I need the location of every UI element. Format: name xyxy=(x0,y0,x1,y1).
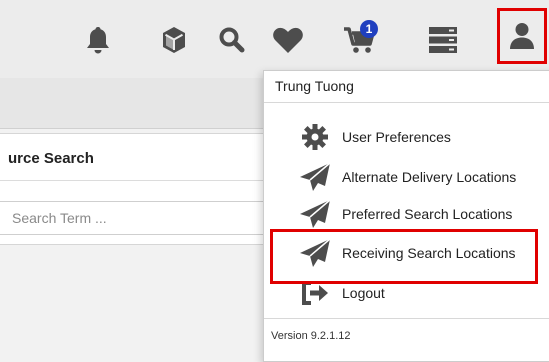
panel-divider xyxy=(0,180,280,181)
menu-item-label: Logout xyxy=(342,285,385,301)
server-icon[interactable] xyxy=(423,22,463,58)
cart-icon[interactable]: 1 xyxy=(340,20,380,58)
version-label: Version 9.2.1.12 xyxy=(271,330,351,342)
menu-item-label: User Preferences xyxy=(342,129,451,145)
gear-icon xyxy=(296,120,334,154)
paper-plane-icon xyxy=(296,160,334,194)
menu-item-preferred-search-locations[interactable]: Preferred Search Locations xyxy=(296,197,546,231)
search-term-input[interactable] xyxy=(0,201,275,235)
menu-item-receiving-search-locations[interactable]: Receiving Search Locations xyxy=(296,236,546,270)
user-menu-button[interactable] xyxy=(497,8,547,64)
search-icon[interactable] xyxy=(212,22,252,58)
cart-badge: 1 xyxy=(360,20,378,38)
bell-icon[interactable] xyxy=(78,22,118,58)
dropdown-divider xyxy=(264,318,549,319)
top-nav-bar: 1 xyxy=(0,0,549,78)
dropdown-divider xyxy=(264,102,549,103)
panel-title: urce Search xyxy=(8,150,94,167)
sign-out-icon xyxy=(296,276,334,310)
paper-plane-icon xyxy=(296,197,334,231)
user-name: Trung Tuong xyxy=(275,78,354,94)
menu-item-alternate-delivery-locations[interactable]: Alternate Delivery Locations xyxy=(296,160,546,194)
cube-icon[interactable] xyxy=(154,22,194,58)
menu-item-label: Alternate Delivery Locations xyxy=(342,169,517,185)
heart-icon[interactable] xyxy=(268,22,308,58)
paper-plane-icon xyxy=(296,236,334,270)
menu-item-user-preferences[interactable]: User Preferences xyxy=(296,120,546,154)
menu-item-logout[interactable]: Logout xyxy=(296,276,546,310)
menu-item-label: Preferred Search Locations xyxy=(342,206,513,222)
user-icon xyxy=(509,22,535,50)
menu-item-label: Receiving Search Locations xyxy=(342,245,516,261)
